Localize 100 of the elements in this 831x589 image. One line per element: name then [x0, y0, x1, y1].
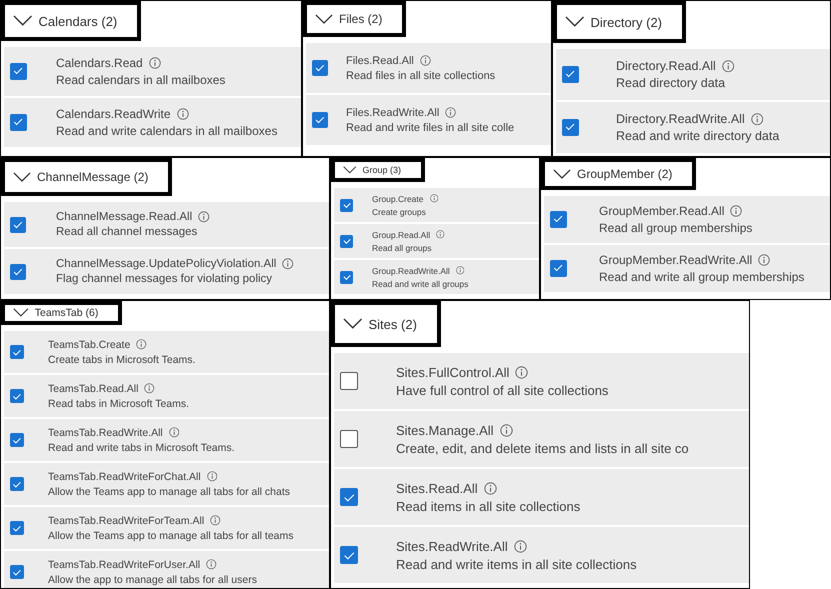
permission-name: GroupMember.Read.All: [599, 204, 724, 218]
chevron-icon: [315, 14, 333, 24]
permission-description: Read all group memberships: [599, 221, 754, 235]
checkbox[interactable]: [10, 63, 27, 80]
permission-name: ChannelMessage.Read.All: [56, 211, 192, 223]
permission-description: Read items in all site collections: [396, 498, 582, 514]
section-toggle[interactable]: GroupMember (2): [541, 158, 696, 190]
checkbox[interactable]: [340, 372, 358, 390]
checkbox[interactable]: [312, 112, 328, 128]
section-toggle[interactable]: Files (2): [303, 1, 406, 37]
section-toggle[interactable]: ChannelMessage (2): [1, 158, 172, 196]
permission-name: TeamsTab.Read.All: [48, 382, 138, 394]
info-icon[interactable]: [758, 254, 770, 266]
checkbox[interactable]: [10, 565, 24, 579]
info-icon[interactable]: [730, 205, 742, 217]
permission-name: Group.Read.All: [372, 230, 430, 240]
info-icon[interactable]: [436, 230, 445, 239]
info-icon[interactable]: [456, 266, 464, 275]
chevron-icon: [565, 16, 584, 28]
permission-name: Directory.ReadWrite.All: [616, 112, 745, 126]
info-icon[interactable]: [206, 559, 217, 570]
section-toggle[interactable]: Sites (2): [331, 301, 441, 347]
chevron-icon: [13, 308, 29, 318]
permission-description: Read tabs in Microsoft Teams.: [48, 398, 190, 410]
permission-name: Group.Create: [372, 194, 424, 204]
checkbox[interactable]: [10, 216, 26, 232]
checkbox[interactable]: [10, 389, 24, 403]
permission-description: Allow the app to manage all tabs for all users: [48, 574, 258, 586]
section-toggle[interactable]: Group (3): [331, 158, 426, 182]
permission-name: GroupMember.ReadWrite.All: [599, 253, 752, 267]
info-icon[interactable]: [168, 427, 180, 438]
permission-name: Group.ReadWrite.All: [372, 266, 450, 276]
permission-description: Read all groups: [372, 242, 433, 252]
permission-description: Create groups: [372, 206, 427, 216]
info-icon[interactable]: [722, 60, 734, 72]
checkbox[interactable]: [340, 270, 353, 284]
checkbox[interactable]: [562, 119, 579, 136]
permission-description: Read and write files in all site colle: [346, 122, 516, 134]
checkbox[interactable]: [312, 60, 328, 76]
permission-name: TeamsTab.Create: [48, 338, 130, 350]
checkbox[interactable]: [10, 264, 26, 280]
section-toggle[interactable]: Calendars (2): [1, 1, 142, 41]
checkbox[interactable]: [10, 433, 24, 447]
permission-name: Sites.FullControl.All: [396, 364, 510, 380]
info-icon[interactable]: [176, 108, 188, 120]
chevron-icon: [343, 166, 356, 174]
permission-name: Sites.Read.All: [396, 480, 478, 496]
permission-description: Read calendars in all mailboxes: [56, 73, 226, 87]
permission-description: Have full control of all site collections: [396, 382, 610, 398]
permission-description: Read and write tabs in Microsoft Teams.: [48, 442, 236, 454]
info-icon[interactable]: [420, 55, 431, 66]
permission-name: Sites.Manage.All: [396, 422, 494, 438]
section-toggle[interactable]: Directory (2): [553, 1, 686, 43]
checkbox[interactable]: [562, 66, 579, 83]
section-toggle[interactable]: TeamsTab (6): [1, 301, 122, 325]
permission-description: Read all channel messages: [56, 226, 198, 238]
checkbox[interactable]: [340, 488, 358, 506]
permission-description: Read files in all site collections: [346, 70, 496, 82]
chevron-icon: [13, 15, 32, 27]
permission-name: TeamsTab.ReadWriteForUser.All: [48, 558, 200, 570]
permission-name: ChannelMessage.UpdatePolicyViolation.All: [56, 258, 276, 270]
permission-description: Read directory data: [616, 76, 726, 90]
checkbox[interactable]: [340, 430, 358, 448]
chevron-icon: [343, 318, 362, 330]
checkbox[interactable]: [10, 521, 24, 535]
info-icon[interactable]: [515, 366, 528, 378]
checkbox[interactable]: [550, 211, 567, 228]
info-icon[interactable]: [445, 107, 456, 118]
info-icon[interactable]: [500, 424, 513, 436]
info-icon[interactable]: [282, 258, 294, 270]
permission-description: Read and write all groups: [372, 278, 470, 288]
checkbox[interactable]: [340, 234, 353, 248]
permission-name: Calendars.Read: [56, 56, 143, 70]
checkbox[interactable]: [340, 198, 353, 212]
info-icon[interactable]: [210, 515, 221, 526]
permission-description: Allow the Teams app to manage all tabs for all teams: [48, 530, 295, 542]
info-icon[interactable]: [148, 57, 161, 69]
permission-description: Flag channel messages for violating policy: [56, 273, 274, 285]
permission-name: Files.ReadWrite.All: [346, 106, 440, 118]
info-icon[interactable]: [514, 540, 527, 552]
info-icon[interactable]: [136, 339, 147, 350]
info-icon[interactable]: [144, 383, 155, 394]
permission-description: Read and write calendars in all mailboxes: [56, 124, 278, 138]
chevron-icon: [553, 168, 571, 180]
permission-name: TeamsTab.ReadWriteForTeam.All: [48, 514, 204, 526]
checkbox[interactable]: [10, 477, 24, 491]
info-icon[interactable]: [206, 471, 218, 482]
info-icon[interactable]: [750, 112, 764, 126]
info-icon[interactable]: [198, 211, 210, 223]
checkbox[interactable]: [340, 546, 358, 564]
checkbox[interactable]: [550, 260, 567, 277]
permission-name: Calendars.ReadWrite: [56, 107, 170, 121]
info-icon[interactable]: [484, 482, 497, 494]
info-icon[interactable]: [430, 194, 438, 203]
permission-description: Create, edit, and delete items and lists in all site co: [396, 440, 690, 456]
checkbox[interactable]: [10, 345, 24, 359]
permission-name: TeamsTab.ReadWrite.All: [48, 426, 163, 438]
chevron-icon: [13, 172, 31, 182]
permission-description: Read and write directory data: [616, 129, 780, 143]
checkbox[interactable]: [10, 114, 27, 131]
